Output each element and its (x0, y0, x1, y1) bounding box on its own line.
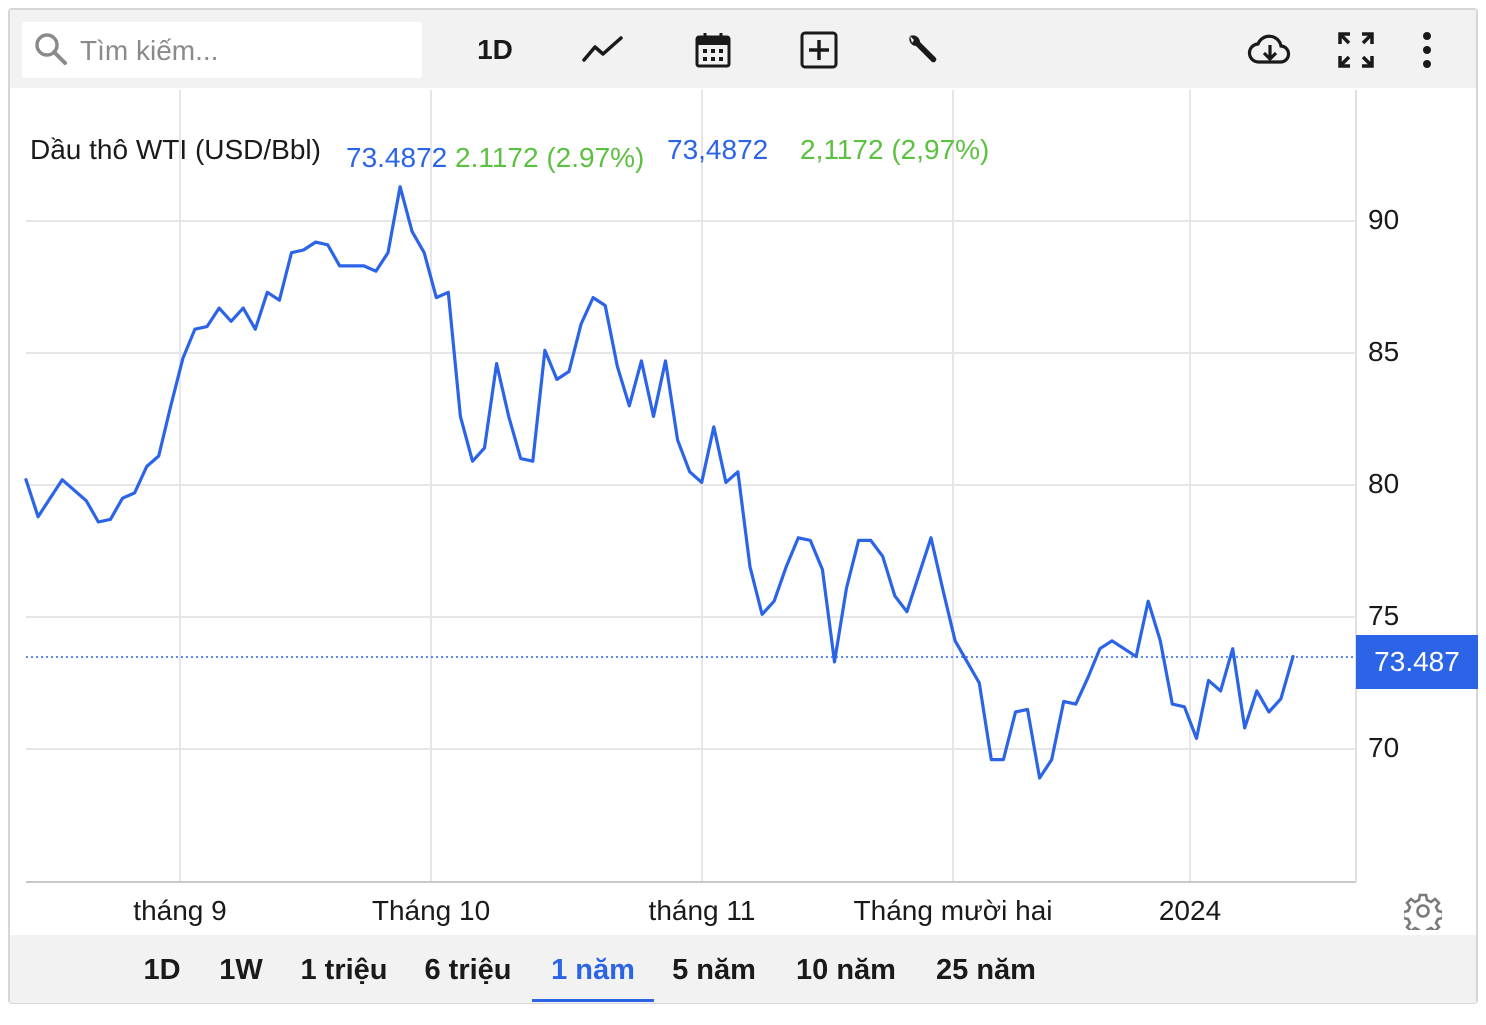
range-tab[interactable]: 6 triệu (420, 949, 516, 999)
chart-settings-gear-icon[interactable] (1404, 892, 1442, 930)
legend-last-value-alt: 73,4872 (667, 134, 769, 165)
range-tab[interactable]: 25 năm (932, 949, 1040, 999)
x-tick-label: tháng 9 (133, 895, 227, 926)
legend-change: 2.1172 (2.97%) (455, 142, 645, 173)
range-tab[interactable]: 1 triệu (296, 949, 392, 999)
range-tab[interactable]: 5 năm (668, 949, 760, 999)
y-tick-label: 90 (1368, 204, 1400, 235)
legend-last-value: 73.4872 (346, 142, 448, 173)
x-tick-label: tháng 11 (648, 895, 756, 926)
y-tick-label: 85 (1368, 336, 1400, 367)
range-tab[interactable]: 1W (216, 949, 266, 999)
y-tick-label: 75 (1368, 600, 1400, 631)
time-range-bar: 1D 1W 1 triệu 6 triệu 1 năm 5 năm 10 năm 25 năm (10, 935, 1476, 1003)
x-tick-label: Tháng mười hai (853, 895, 1053, 926)
y-tick-label: 80 (1368, 468, 1400, 499)
range-tab[interactable]: 1D (138, 949, 186, 999)
current-price-tag: 73.487 (1356, 635, 1478, 689)
y-tick-label: 70 (1368, 732, 1400, 763)
legend-change-alt: 2,1172 (2,97%) (800, 134, 990, 165)
range-tab[interactable]: 10 năm (792, 949, 900, 999)
x-tick-label: Tháng 10 (371, 895, 491, 926)
price-line-series (24, 185, 1295, 780)
x-tick-label: 2024 (1158, 895, 1222, 926)
range-tab[interactable]: 1 năm (532, 949, 654, 1002)
instrument-name: Dầu thô WTI (USD/Bbl) (30, 134, 321, 165)
